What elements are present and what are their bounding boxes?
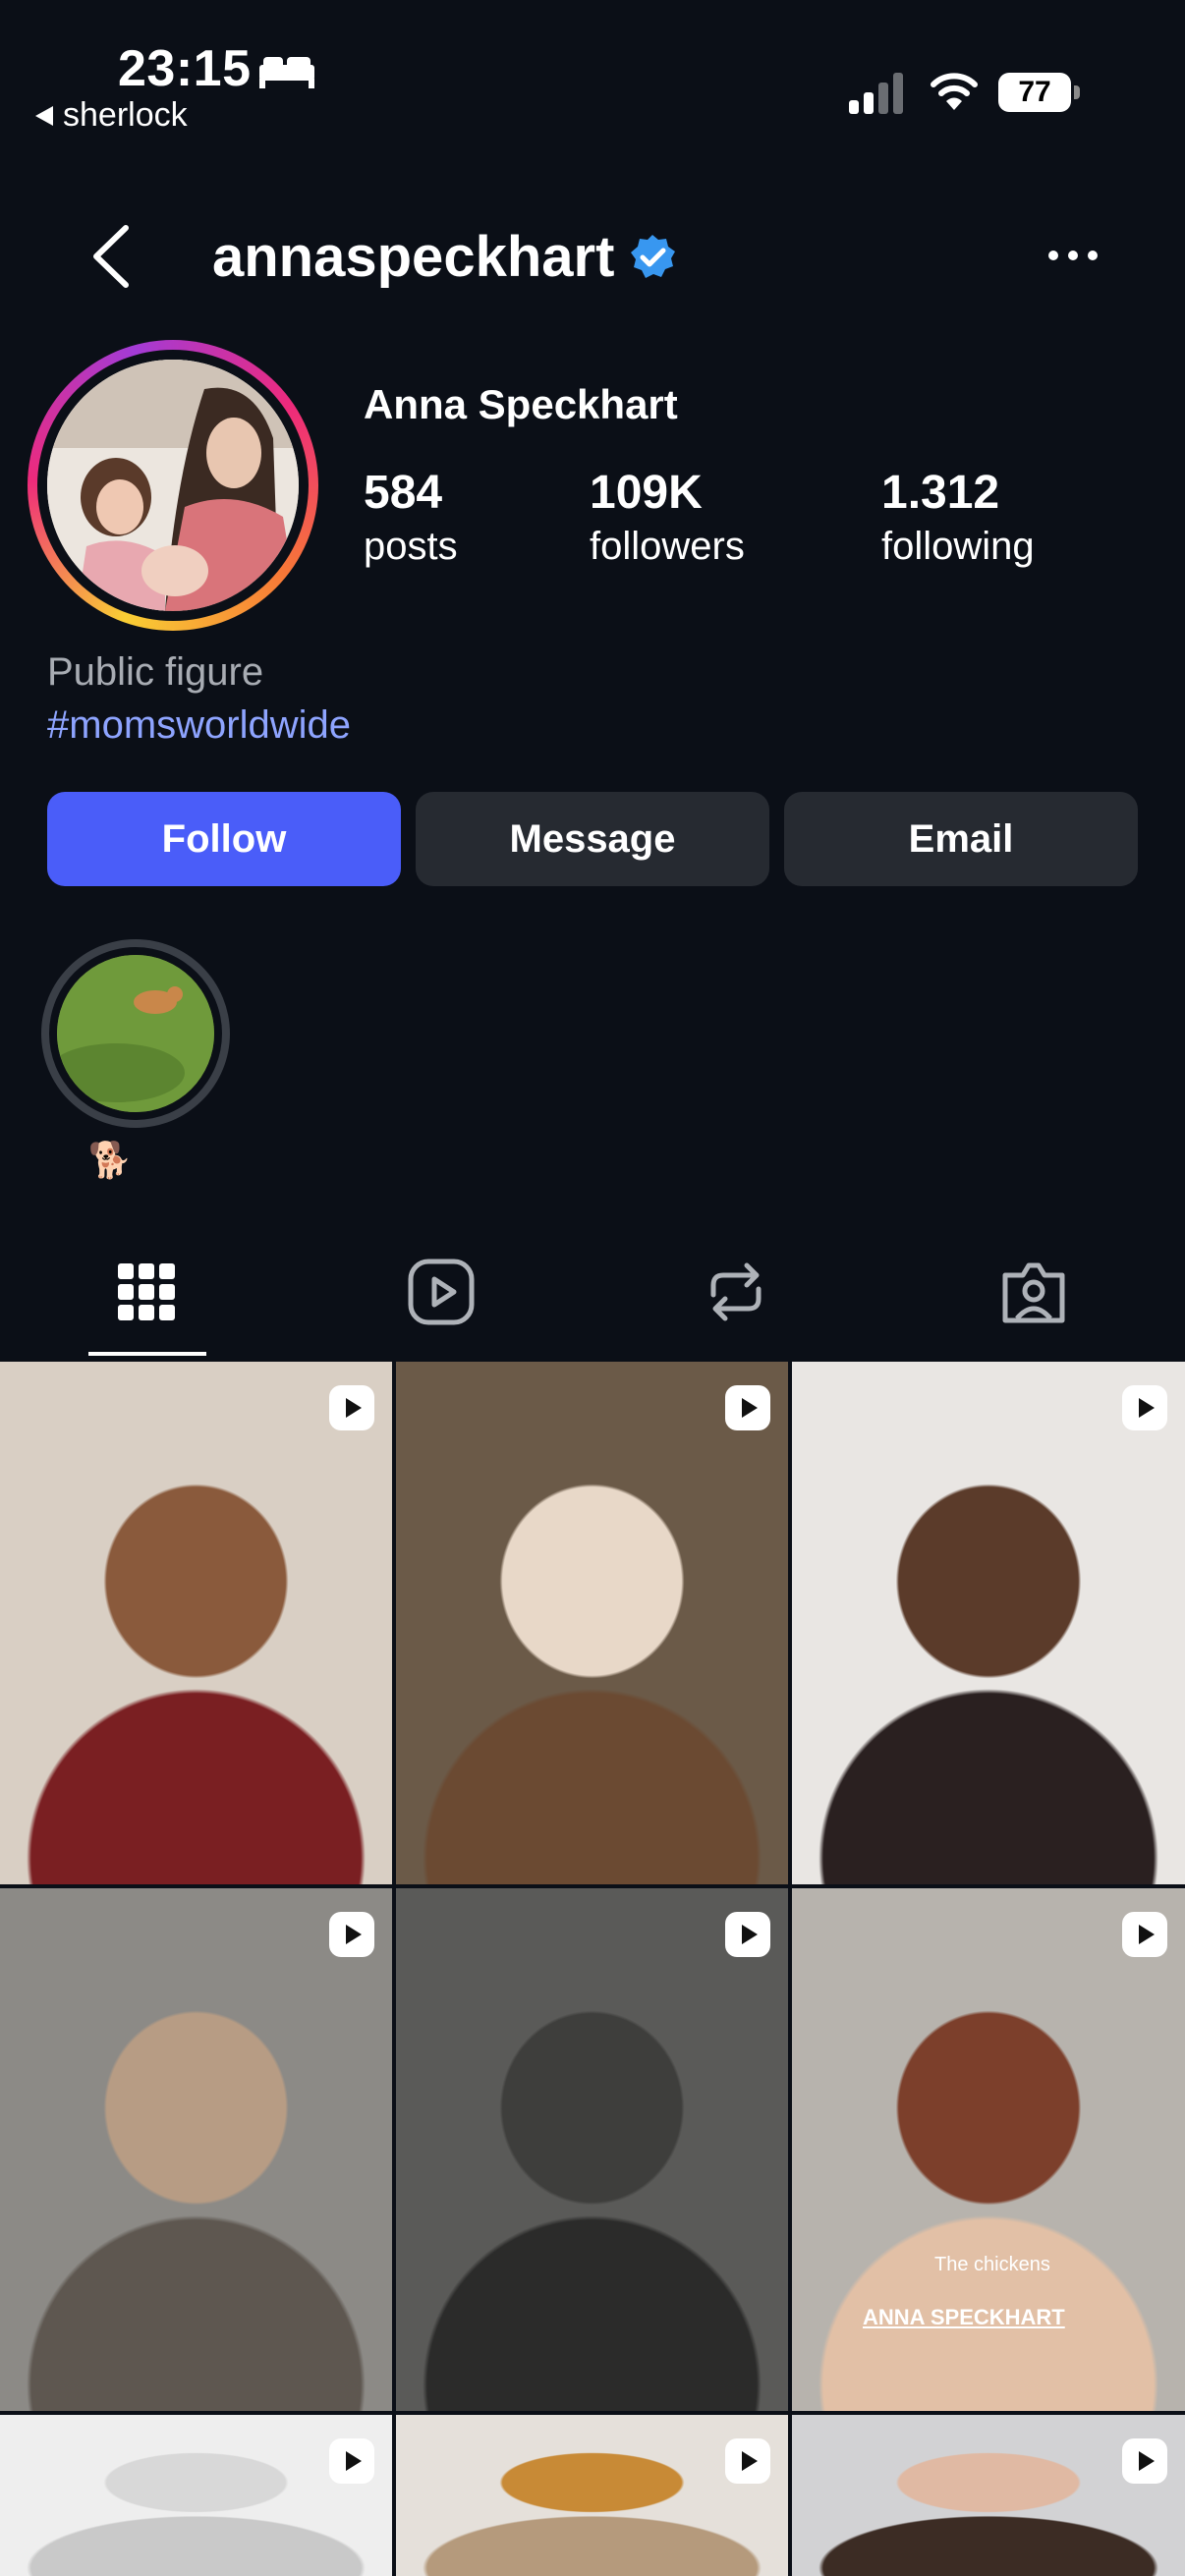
reel-badge-icon bbox=[329, 1912, 374, 1957]
play-icon bbox=[742, 1925, 758, 1944]
back-app-label: sherlock bbox=[63, 96, 188, 134]
post-thumbnail[interactable] bbox=[396, 1362, 788, 1884]
post-thumbnail[interactable] bbox=[0, 1888, 392, 2411]
highlight-illustration bbox=[57, 955, 214, 1112]
reel-badge-icon bbox=[1122, 1385, 1167, 1430]
reposts-tab-icon[interactable] bbox=[702, 1258, 770, 1326]
back-to-app[interactable]: sherlock bbox=[35, 96, 188, 135]
highlight-gap bbox=[49, 947, 222, 1120]
stat-posts[interactable]: 584 posts bbox=[364, 464, 458, 570]
grid-tab-icon[interactable] bbox=[112, 1258, 181, 1326]
reel-badge-icon bbox=[329, 2438, 374, 2484]
tagged-tab-icon[interactable] bbox=[999, 1258, 1068, 1326]
status-time: 23:15 bbox=[118, 40, 252, 97]
cellular-signal-icon bbox=[849, 73, 903, 114]
avatar-photo bbox=[47, 360, 299, 611]
stat-value: 1.312 bbox=[881, 467, 1000, 519]
username-text: annaspeckhart bbox=[212, 225, 615, 289]
play-icon bbox=[1139, 1398, 1155, 1418]
posts-grid: The chickens ANNA SPECKHART bbox=[0, 1362, 1185, 2576]
profile-username-header: annaspeckhart bbox=[212, 224, 677, 290]
post-thumbnail[interactable] bbox=[0, 1362, 392, 1884]
play-icon bbox=[1139, 1925, 1155, 1944]
story-highlight[interactable] bbox=[41, 939, 230, 1128]
back-triangle-icon bbox=[35, 105, 53, 126]
message-button[interactable]: Message bbox=[416, 792, 769, 886]
stat-value: 109K bbox=[590, 467, 703, 519]
follow-button[interactable]: Follow bbox=[47, 792, 401, 886]
play-icon bbox=[742, 2451, 758, 2471]
reel-badge-icon bbox=[1122, 1912, 1167, 1957]
profile-full-name: Anna Speckhart bbox=[364, 381, 678, 427]
post-thumbnail[interactable] bbox=[396, 1888, 788, 2411]
stat-label: followers bbox=[590, 525, 745, 568]
battery-nub bbox=[1074, 85, 1080, 99]
highlight-label: 🐕 bbox=[87, 1140, 133, 1180]
stat-label: following bbox=[881, 525, 1035, 568]
reel-badge-icon bbox=[725, 2438, 770, 2484]
wifi-icon bbox=[931, 73, 978, 110]
active-tab-indicator bbox=[88, 1352, 206, 1356]
reels-tab-icon[interactable] bbox=[407, 1258, 476, 1326]
highlight-cover bbox=[57, 955, 214, 1112]
bed-icon bbox=[259, 57, 314, 88]
reel-badge-icon bbox=[1122, 2438, 1167, 2484]
reel-badge-icon bbox=[725, 1385, 770, 1430]
play-icon bbox=[346, 2451, 362, 2471]
post-thumbnail[interactable] bbox=[792, 2415, 1185, 2576]
email-button[interactable]: Email bbox=[784, 792, 1138, 886]
post-thumbnail[interactable] bbox=[792, 1362, 1185, 1884]
post-caption: The chickens bbox=[934, 2254, 1050, 2275]
bio-hashtag-link[interactable]: #momsworldwide bbox=[47, 703, 351, 748]
post-thumbnail[interactable] bbox=[396, 2415, 788, 2576]
post-credit: ANNA SPECKHART bbox=[863, 2305, 1065, 2329]
more-options-icon[interactable] bbox=[1045, 242, 1100, 269]
post-thumbnail[interactable] bbox=[0, 2415, 392, 2576]
play-icon bbox=[346, 1925, 362, 1944]
play-icon bbox=[346, 1398, 362, 1418]
play-icon bbox=[1139, 2451, 1155, 2471]
stat-followers[interactable]: 109K followers bbox=[590, 464, 745, 570]
avatar-illustration bbox=[47, 360, 299, 611]
back-chevron-icon[interactable] bbox=[88, 222, 134, 291]
stat-label: posts bbox=[364, 525, 458, 568]
stat-value: 584 bbox=[364, 467, 443, 519]
verified-badge-icon bbox=[631, 234, 676, 278]
reel-badge-icon bbox=[329, 1385, 374, 1430]
play-icon bbox=[742, 1398, 758, 1418]
reel-badge-icon bbox=[725, 1912, 770, 1957]
stat-following[interactable]: 1.312 following bbox=[881, 464, 1035, 570]
battery-level: 77 bbox=[998, 73, 1071, 112]
post-thumbnail[interactable]: The chickens ANNA SPECKHART bbox=[792, 1888, 1185, 2411]
profile-category: Public figure bbox=[47, 650, 264, 694]
battery-indicator: 77 bbox=[998, 73, 1081, 116]
avatar-gap bbox=[37, 350, 309, 621]
profile-avatar[interactable] bbox=[28, 340, 318, 631]
